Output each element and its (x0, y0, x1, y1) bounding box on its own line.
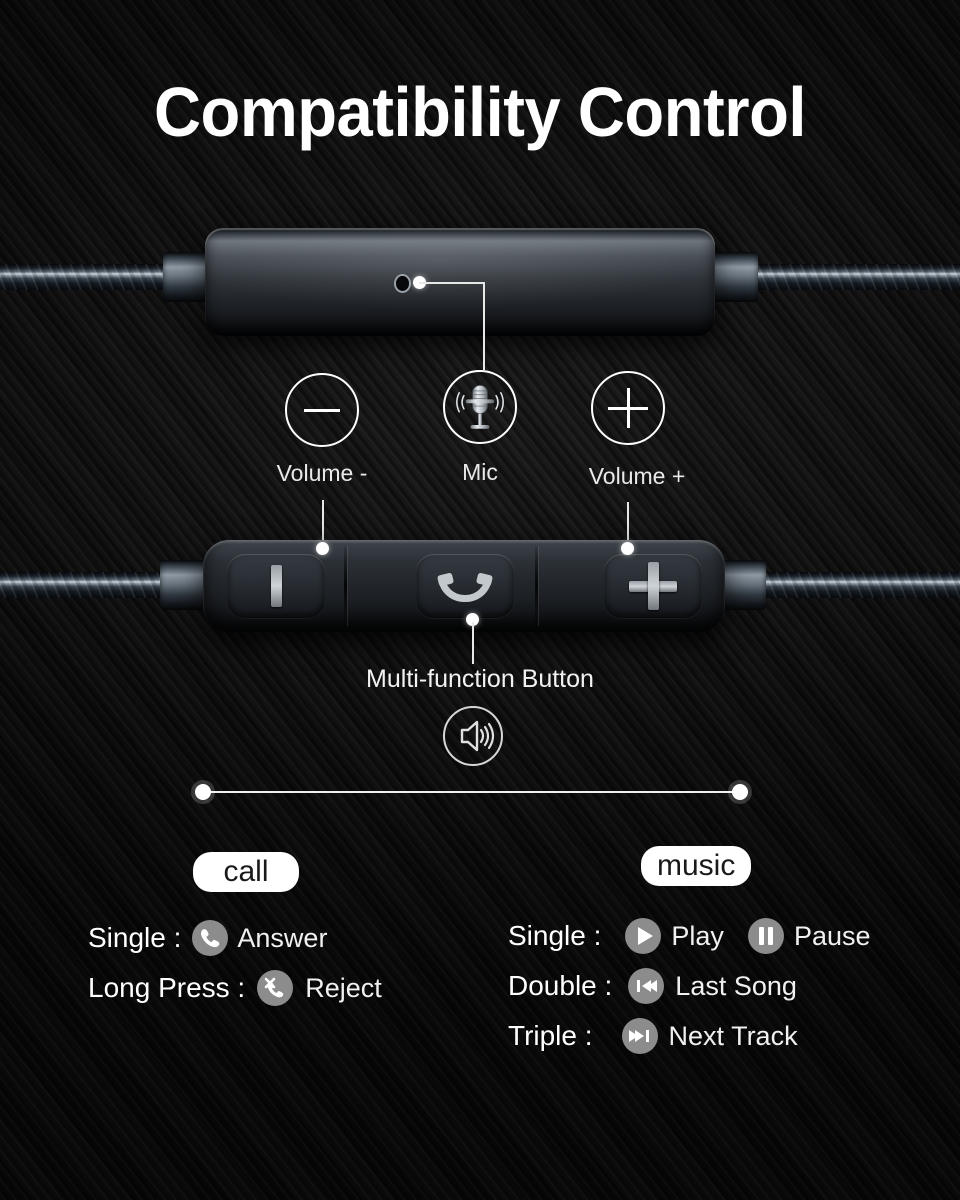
call-row-single: Single : Answer (88, 920, 327, 956)
infographic-page: Compatibility Control Volume - Mic Volum… (0, 0, 960, 1200)
previous-track-icon (628, 968, 665, 1004)
play-triangle (638, 927, 654, 945)
cable-right-bottom (760, 572, 960, 598)
plus-icon-vertical (648, 562, 659, 610)
phone-handset-icon (438, 576, 492, 602)
badge-music: music (641, 846, 752, 886)
cable-left-bottom (0, 572, 172, 598)
button-seam-right (535, 546, 538, 626)
music-row-double: Double : Last Song (508, 968, 797, 1004)
music-row-double-value: Last Song (675, 970, 797, 1001)
minus-bar-icon (271, 565, 282, 607)
mic-hole-icon (396, 276, 409, 291)
music-row-double-key: Double : (508, 970, 613, 1001)
control-circle-mic[interactable] (443, 370, 517, 444)
next-track-icon (621, 1018, 658, 1054)
remote-button-multi-function[interactable] (416, 554, 514, 618)
control-label-volume-up: Volume + (588, 463, 686, 489)
cable-right-top (752, 264, 960, 290)
mic-leader-horizontal (419, 282, 485, 284)
marker-dot-volume-down (316, 542, 329, 555)
pause-icon (747, 918, 784, 954)
control-label-volume-down: Volume - (276, 460, 368, 486)
play-icon (625, 918, 662, 954)
cable-collar-left-bottom (160, 560, 208, 610)
page-title: Compatibility Control (153, 73, 807, 151)
cable-left-top (0, 264, 172, 290)
pause-bar-left (758, 927, 764, 945)
leader-multi-function (472, 622, 474, 664)
call-row-long-press: Long Press : Reject (88, 970, 382, 1006)
inline-remote-module (203, 540, 725, 632)
music-row-single: Single : Play Pause (508, 918, 871, 954)
marker-dot-volume-up (621, 542, 634, 555)
music-row-triple-key: Triple : (508, 1020, 593, 1051)
control-circle-volume-up[interactable] (591, 371, 665, 445)
music-row-single-key: Single : (508, 920, 602, 951)
music-row-triple-value: Next Track (668, 1020, 798, 1051)
badge-call: call (193, 852, 299, 892)
call-row-long-press-value: Reject (305, 972, 382, 1003)
call-row-single-key: Single : (88, 922, 182, 953)
cable-collar-right-bottom (718, 560, 766, 610)
mic-leader-vertical (483, 282, 485, 370)
music-row-single-value-play: Play (671, 920, 724, 951)
button-seam-left (344, 546, 347, 626)
divider-dot-left (195, 784, 211, 800)
multi-function-label: Multi-function Button (366, 665, 594, 693)
call-row-long-press-key: Long Press : (88, 972, 246, 1003)
control-circle-volume-down[interactable] (285, 373, 359, 447)
pause-bar-right (767, 927, 773, 945)
call-row-single-value: Answer (237, 922, 328, 953)
music-row-single-value-pause: Pause (793, 920, 871, 951)
microphone-icon (456, 384, 504, 429)
divider-dot-right (732, 784, 748, 800)
phone-reject-icon (257, 970, 294, 1006)
plus-icon-vertical (627, 388, 630, 428)
music-row-triple: Triple : Next Track (508, 1018, 798, 1054)
remote-button-volume-down[interactable] (227, 554, 325, 618)
minus-icon (304, 409, 340, 412)
cable-collar-right-top (710, 252, 758, 302)
section-divider (200, 791, 740, 793)
phone-answer-icon (192, 920, 229, 956)
speaker-volume-icon (443, 706, 503, 766)
remote-button-volume-up[interactable] (604, 554, 702, 618)
cable-collar-left-top (163, 252, 209, 302)
control-label-mic: Mic (462, 459, 498, 485)
